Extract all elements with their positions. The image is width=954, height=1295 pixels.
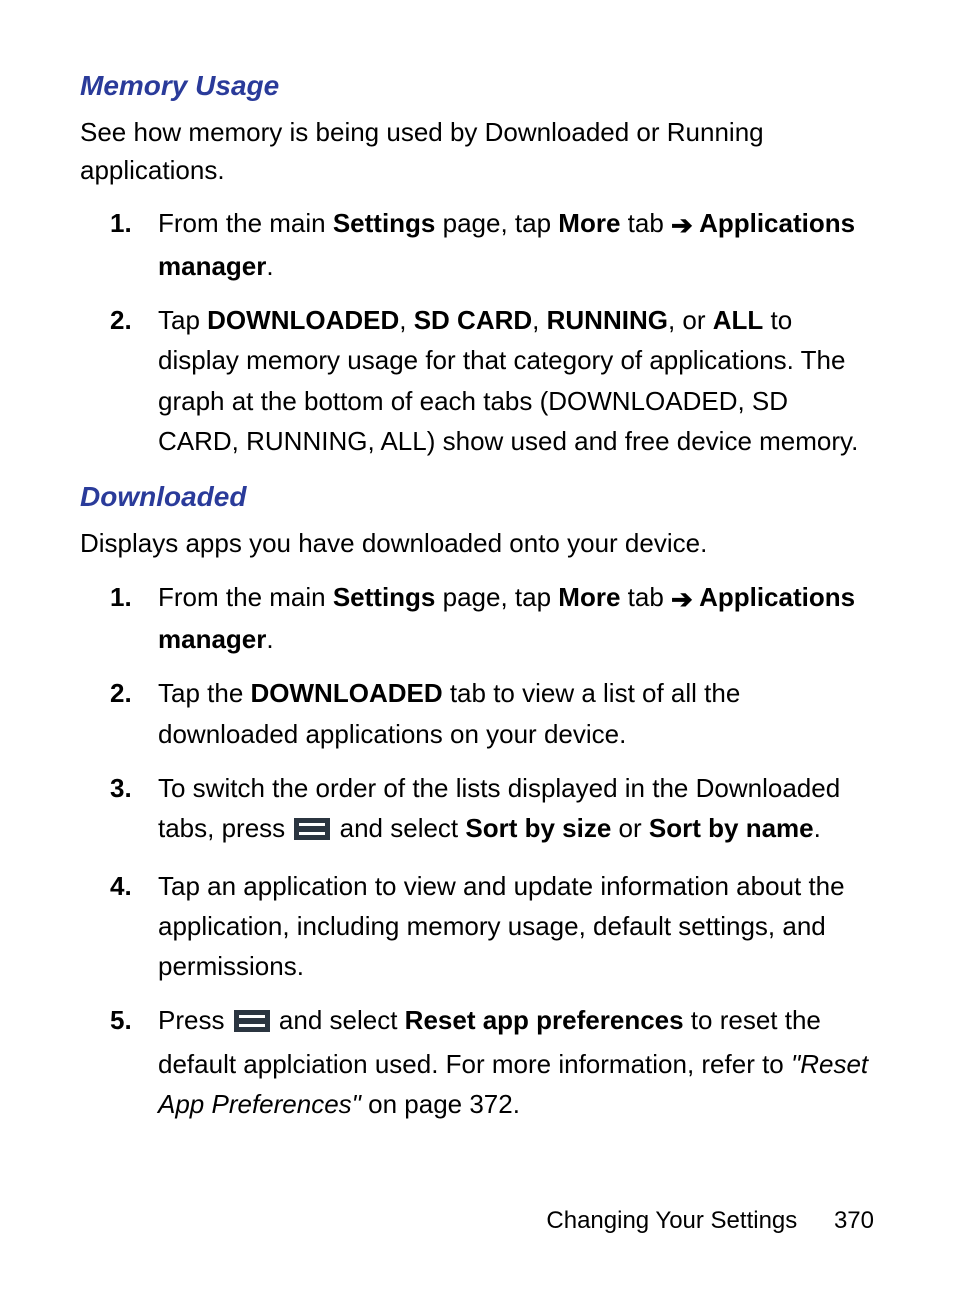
step-number: 1. bbox=[110, 577, 132, 617]
step-number: 4. bbox=[110, 866, 132, 906]
step-5: 5. Press and select Reset app preference… bbox=[110, 1000, 874, 1124]
step-2: 2. Tap the DOWNLOADED tab to view a list… bbox=[110, 673, 874, 754]
text: and select bbox=[332, 813, 465, 843]
text: tab bbox=[620, 208, 671, 238]
text: tab bbox=[620, 582, 671, 612]
arrow-icon: ➔ bbox=[671, 579, 693, 619]
text: From the main bbox=[158, 582, 333, 612]
text: From the main bbox=[158, 208, 333, 238]
lead-memory-usage: See how memory is being used by Download… bbox=[80, 114, 874, 189]
step-1: 1. From the main Settings page, tap More… bbox=[110, 577, 874, 660]
footer-page-number: 370 bbox=[834, 1207, 874, 1235]
step-number: 1. bbox=[110, 203, 132, 243]
text: page, tap bbox=[435, 208, 558, 238]
text: . bbox=[266, 624, 273, 654]
text: , bbox=[532, 305, 546, 335]
footer-chapter: Changing Your Settings bbox=[546, 1207, 797, 1234]
bold: ALL bbox=[713, 305, 764, 335]
step-number: 2. bbox=[110, 673, 132, 713]
steps-memory-usage: 1. From the main Settings page, tap More… bbox=[80, 203, 874, 461]
text: or bbox=[611, 813, 649, 843]
arrow-icon: ➔ bbox=[671, 205, 693, 245]
menu-icon bbox=[234, 1003, 270, 1043]
heading-memory-usage: Memory Usage bbox=[80, 70, 874, 102]
bold: More bbox=[558, 582, 620, 612]
text: , or bbox=[668, 305, 713, 335]
bold: Sort by size bbox=[465, 813, 611, 843]
text: . bbox=[814, 813, 821, 843]
heading-downloaded: Downloaded bbox=[80, 481, 874, 513]
menu-icon bbox=[294, 811, 330, 851]
step-3: 3. To switch the order of the lists disp… bbox=[110, 768, 874, 852]
text: Tap bbox=[158, 305, 207, 335]
lead-downloaded: Displays apps you have downloaded onto y… bbox=[80, 525, 874, 563]
bold: DOWNLOADED bbox=[251, 678, 443, 708]
bold: Sort by name bbox=[649, 813, 814, 843]
page-footer: Changing Your Settings 370 bbox=[0, 1207, 954, 1235]
text: and select bbox=[272, 1005, 405, 1035]
text: Press bbox=[158, 1005, 232, 1035]
text: , bbox=[399, 305, 413, 335]
bold: SD CARD bbox=[414, 305, 532, 335]
text: Tap the bbox=[158, 678, 251, 708]
bold: DOWNLOADED bbox=[207, 305, 399, 335]
steps-downloaded: 1. From the main Settings page, tap More… bbox=[80, 577, 874, 1125]
bold: RUNNING bbox=[547, 305, 668, 335]
step-number: 5. bbox=[110, 1000, 132, 1040]
text: Tap an application to view and update in… bbox=[158, 871, 845, 982]
step-2: 2. Tap DOWNLOADED, SD CARD, RUNNING, or … bbox=[110, 300, 874, 461]
bold: More bbox=[558, 208, 620, 238]
step-1: 1. From the main Settings page, tap More… bbox=[110, 203, 874, 286]
text: page, tap bbox=[435, 582, 558, 612]
text: on page 372. bbox=[361, 1089, 520, 1119]
bold: Reset app preferences bbox=[405, 1005, 684, 1035]
bold: Settings bbox=[333, 208, 436, 238]
bold: Settings bbox=[333, 582, 436, 612]
step-number: 2. bbox=[110, 300, 132, 340]
step-number: 3. bbox=[110, 768, 132, 808]
text: . bbox=[266, 251, 273, 281]
step-4: 4. Tap an application to view and update… bbox=[110, 866, 874, 987]
